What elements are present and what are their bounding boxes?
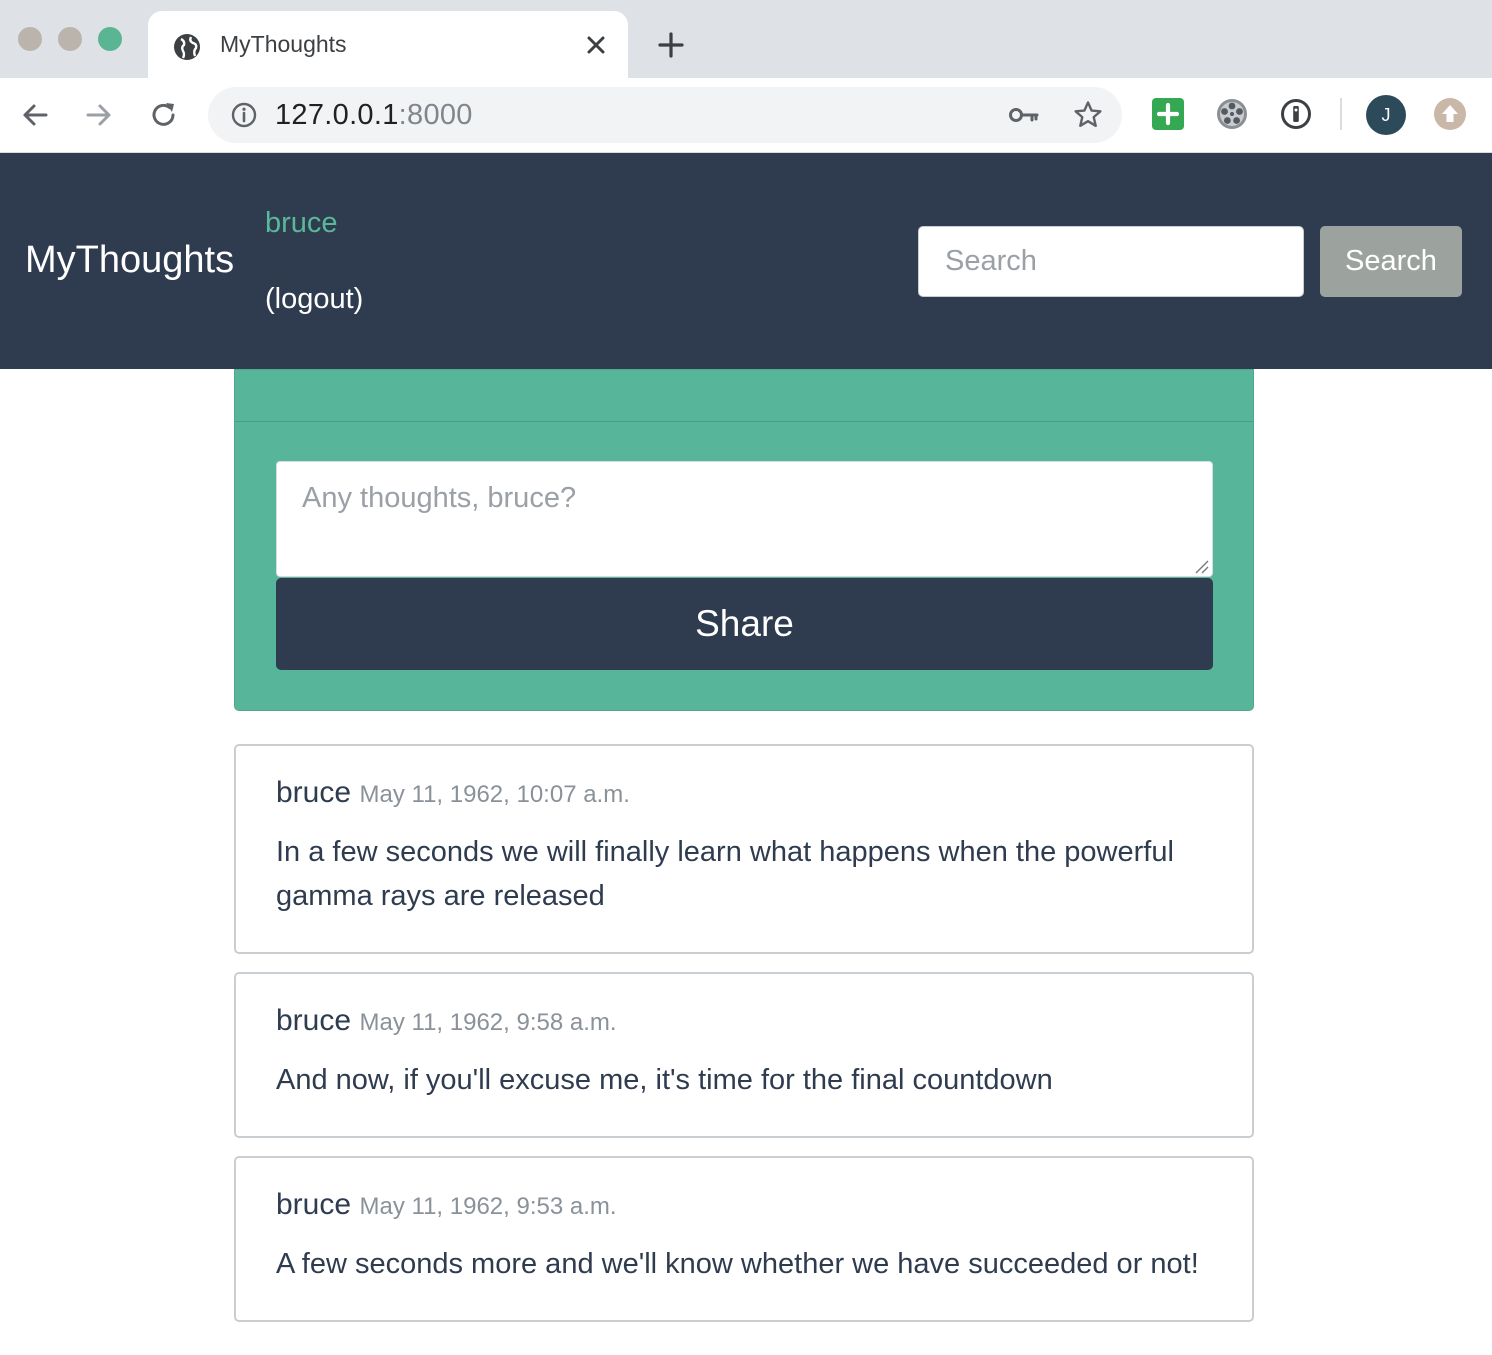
post-text: And now, if you'll excuse me, it's time … <box>276 1064 1053 1096</box>
post-author: bruce <box>276 776 352 809</box>
compose-card-header <box>235 370 1253 422</box>
post-date: May 11, 1962, 9:58 a.m. <box>359 1009 617 1036</box>
post-meta: bruce May 11, 1962, 9:58 a.m. <box>276 1004 617 1038</box>
search-input[interactable] <box>918 226 1304 297</box>
globe-icon <box>174 34 200 60</box>
browser-tab-strip: MyThoughts <box>0 0 1492 78</box>
thought-input[interactable] <box>276 461 1213 577</box>
post-date: May 11, 1962, 10:07 a.m. <box>359 781 630 808</box>
share-button[interactable]: Share <box>276 578 1213 670</box>
add-extension-icon[interactable] <box>1150 96 1186 132</box>
reload-icon[interactable] <box>147 98 181 132</box>
browser-tab-active[interactable]: MyThoughts <box>148 11 628 78</box>
app-navbar: MyThoughts bruce (logout) Search <box>0 153 1492 369</box>
close-icon[interactable] <box>582 31 610 59</box>
url-host: 127.0.0.1 <box>275 99 399 131</box>
resize-grip-icon[interactable] <box>1193 558 1209 574</box>
post-text: In a few seconds we will finally learn w… <box>276 836 1174 912</box>
compose-card: Share <box>234 369 1254 711</box>
window-close-button[interactable] <box>18 27 42 51</box>
window-maximize-button[interactable] <box>98 27 122 51</box>
post-text: A few seconds more and we'll know whethe… <box>276 1248 1199 1280</box>
post-card: bruce May 11, 1962, 9:53 a.m. A few seco… <box>234 1156 1254 1322</box>
post-card: bruce May 11, 1962, 10:07 a.m. In a few … <box>234 744 1254 954</box>
toolbar-separator <box>1340 98 1342 130</box>
post-date: May 11, 1962, 9:53 a.m. <box>359 1193 617 1220</box>
nav-username-link[interactable]: bruce <box>265 207 338 240</box>
star-icon[interactable] <box>1072 99 1104 131</box>
brand-title[interactable]: MyThoughts <box>25 239 234 282</box>
window-minimize-button[interactable] <box>58 27 82 51</box>
post-meta: bruce May 11, 1962, 9:53 a.m. <box>276 1188 617 1222</box>
password-manager-icon[interactable] <box>1278 96 1314 132</box>
url-port: :8000 <box>398 99 473 131</box>
post-author: bruce <box>276 1188 352 1221</box>
browser-toolbar: 127.0.0.1:8000 J <box>0 78 1492 153</box>
post-meta: bruce May 11, 1962, 10:07 a.m. <box>276 776 630 810</box>
plus-icon[interactable] <box>656 30 686 60</box>
tab-title: MyThoughts <box>220 31 347 57</box>
logout-link[interactable]: (logout) <box>265 283 363 316</box>
arrow-left-icon[interactable] <box>18 98 52 132</box>
film-reel-icon[interactable] <box>1214 96 1250 132</box>
info-icon[interactable] <box>230 101 258 129</box>
profile-avatar[interactable]: J <box>1366 95 1406 135</box>
key-icon[interactable] <box>1008 102 1040 128</box>
upload-icon[interactable] <box>1432 96 1468 132</box>
url-text[interactable]: 127.0.0.1:8000 <box>275 99 473 132</box>
search-button[interactable]: Search <box>1320 226 1462 297</box>
address-bar[interactable]: 127.0.0.1:8000 <box>208 87 1122 143</box>
post-card: bruce May 11, 1962, 9:58 a.m. And now, i… <box>234 972 1254 1138</box>
arrow-right-icon[interactable] <box>82 98 116 132</box>
post-author: bruce <box>276 1004 352 1037</box>
